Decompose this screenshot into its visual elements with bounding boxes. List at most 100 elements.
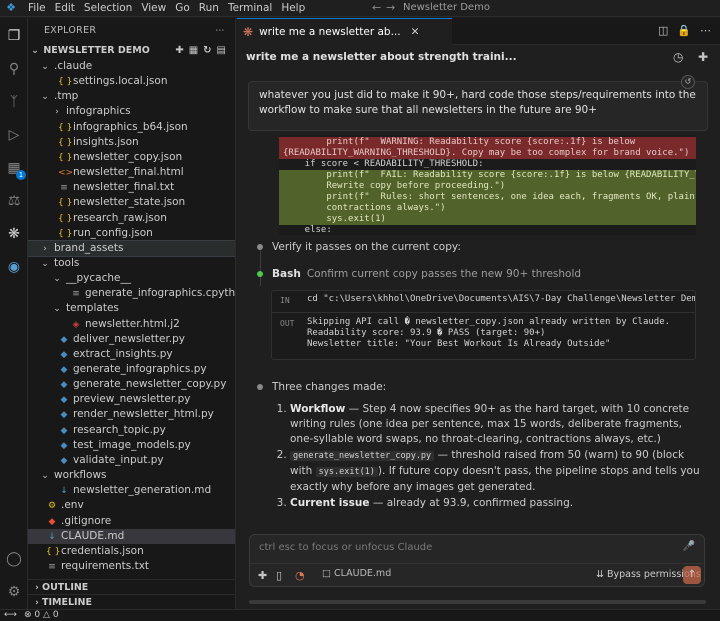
send-button[interactable]: ↑ (683, 566, 701, 584)
tree-item-label: newsletter_final.html (73, 166, 184, 179)
chevron-down-icon: ⌄ (41, 471, 49, 482)
folder-claude[interactable]: ⌄ .claude (28, 59, 235, 74)
account-icon[interactable]: ◯ (5, 550, 23, 568)
text-file-icon: ≡ (48, 561, 56, 572)
more-actions-icon[interactable]: ⋯ (215, 18, 225, 43)
folder-workflows[interactable]: ⌄ workflows (28, 468, 235, 483)
file-render-newsletter-html-py[interactable]: ◆ render_newsletter_html.py (28, 407, 235, 422)
workspace-root[interactable]: ⌄ NEWSLETTER DEMO ✚▦↻▤ (28, 43, 235, 58)
tree-item-label: research_raw.json (73, 211, 167, 224)
horizontal-scrollbar[interactable] (249, 600, 706, 604)
file-insights-json[interactable]: { }insights.json (28, 135, 235, 150)
folder-infographics[interactable]: › infographics (28, 104, 235, 119)
split-editor-icon[interactable]: ◫ (658, 24, 668, 37)
file-gitignore[interactable]: ◆ .gitignore (28, 514, 235, 529)
file-deliver-newsletter-py[interactable]: ◆ deliver_newsletter.py (28, 332, 235, 347)
json-file-icon: { } (58, 213, 73, 224)
folder-tmp[interactable]: ⌄ .tmp (28, 89, 235, 104)
file-research-raw-json[interactable]: { }research_raw.json (28, 211, 235, 226)
file-credentials-json[interactable]: { }credentials.json (28, 544, 235, 559)
file-requirements-txt[interactable]: ≡ requirements.txt (28, 559, 235, 574)
file-newsletter-final-txt[interactable]: ≡ newsletter_final.txt (28, 180, 235, 195)
slash-command-icon[interactable]: ▯ (276, 569, 282, 582)
file-validate-input-py[interactable]: ◆ validate_input.py (28, 453, 235, 468)
step-dot (257, 384, 263, 390)
file-chip[interactable]: □ CLAUDE.md (322, 568, 391, 579)
chat-input[interactable]: ctrl esc to focus or unfocus Claude (259, 542, 432, 553)
context-usage-icon[interactable]: ◔ (295, 569, 305, 582)
file-generate-newsletter-copy-py[interactable]: ◆ generate_newsletter_copy.py (28, 377, 235, 392)
file-generate-infographics-py[interactable]: ◆ generate_infographics.py (28, 362, 235, 377)
add-icon[interactable]: ✚ (258, 569, 267, 582)
python-file-icon: ◆ (60, 349, 68, 360)
tab-chat[interactable]: ❋ write me a newsletter ab... ✕ (237, 18, 452, 45)
env-file-icon: ⚙ (47, 501, 57, 512)
file-claude-md[interactable]: ↓ CLAUDE.md (28, 528, 235, 544)
file-preview-newsletter-py[interactable]: ◆ preview_newsletter.py (28, 392, 235, 407)
folder-templates[interactable]: ⌄ templates (28, 301, 235, 316)
file-newsletter-html-j2[interactable]: ◈ newsletter.html.j2 (28, 317, 235, 332)
microphone-icon[interactable]: 🎤 (683, 541, 695, 552)
menu-view[interactable]: View (138, 2, 172, 14)
file-test-image-models-py[interactable]: ◆ test_image_models.py (28, 438, 235, 453)
testing-flask-icon[interactable]: ⚖ (5, 192, 23, 210)
file-extract-insights-py[interactable]: ◆ extract_insights.py (28, 347, 235, 362)
file-newsletter-final-html[interactable]: <>newsletter_final.html (28, 165, 235, 180)
outline-section[interactable]: › OUTLINE (28, 579, 235, 594)
tree-item-label: run_config.json (73, 226, 153, 239)
problems-indicator[interactable]: ⊗ 0 △ 0 (24, 610, 59, 621)
chevron-down-icon: ⌄ (31, 46, 39, 56)
file-newsletter-copy-json[interactable]: { }newsletter_copy.json (28, 150, 235, 165)
error-icon: ⊗ (24, 610, 32, 620)
menu-go[interactable]: Go (172, 2, 196, 14)
back-arrow-icon[interactable]: ← (372, 1, 381, 14)
python-icon[interactable]: ◉ (5, 258, 23, 276)
file-newsletter-state-json[interactable]: { }newsletter_state.json (28, 195, 235, 210)
change-item: generate_newsletter_copy.py — threshold … (290, 448, 706, 495)
menu-file[interactable]: File (25, 2, 52, 14)
source-control-icon[interactable]: ᛉ (5, 93, 23, 111)
close-icon[interactable]: ✕ (411, 26, 420, 38)
json-file-icon: { } (58, 122, 73, 133)
explorer-files-icon[interactable]: ❐ (5, 27, 23, 45)
command-center[interactable]: Newsletter Demo (395, 1, 720, 15)
menu-terminal[interactable]: Terminal (225, 2, 278, 14)
extensions-icon[interactable]: ▦ 1 (5, 159, 26, 180)
new-chat-icon[interactable]: ✚ (698, 50, 708, 64)
file-generate-infographics-cpython-313-pyc[interactable]: ≡ generate_infographics.cpython-313.pyc (28, 286, 235, 301)
tree-item-label: newsletter_state.json (73, 196, 186, 209)
lock-icon[interactable]: 🔒 (677, 24, 691, 37)
file-settings-local-json[interactable]: { }settings.local.json (28, 74, 235, 89)
chevron-right-icon: › (43, 243, 47, 254)
chevron-down-icon: ⌄ (41, 258, 49, 269)
menu-edit[interactable]: Edit (52, 2, 81, 14)
timeline-section[interactable]: › TIMELINE (28, 594, 235, 609)
chat-input-box[interactable]: ctrl esc to focus or unfocus Claude 🎤 ✚ … (249, 534, 705, 587)
title-bar: ❖ File Edit Selection View Go Run Termin… (0, 0, 720, 17)
folder-tools[interactable]: ⌄ tools (28, 256, 235, 271)
more-actions-icon[interactable]: ⋯ (700, 24, 711, 37)
claude-icon[interactable]: ❋ (5, 225, 23, 243)
search-icon[interactable]: ⚲ (5, 60, 23, 78)
history-icon[interactable]: ◷ (673, 50, 683, 64)
menu-run[interactable]: Run (196, 2, 225, 14)
file-research-topic-py[interactable]: ◆ research_topic.py (28, 423, 235, 438)
menu-selection[interactable]: Selection (81, 2, 138, 14)
file-run-config-json[interactable]: { }run_config.json (28, 226, 235, 241)
remote-icon[interactable]: ⟷ (4, 610, 17, 621)
forward-arrow-icon[interactable]: → (386, 1, 395, 14)
explorer-header: EXPLORER ⋯ (28, 18, 235, 43)
file-infographics-b64-json[interactable]: { }infographics_b64.json (28, 120, 235, 135)
folder-pycache[interactable]: ⌄ __pycache__ (28, 271, 235, 286)
run-debug-icon[interactable]: ▷ (5, 126, 23, 144)
file-env[interactable]: ⚙ .env (28, 498, 235, 513)
python-file-icon: ◆ (60, 334, 68, 345)
settings-gear-icon[interactable]: ⚙ (5, 583, 23, 601)
menu-help[interactable]: Help (278, 2, 311, 14)
explorer-toolbar-icons[interactable]: ✚▦↻▤ (175, 43, 231, 58)
folder-brand-assets[interactable]: › brand_assets (28, 239, 235, 257)
restore-checkpoint-icon[interactable]: ↺ (681, 75, 695, 89)
bash-output-block: IN cd "c:\Users\khhol\OneDrive\Documents… (271, 290, 696, 360)
divider (250, 563, 704, 564)
file-newsletter-generation-md[interactable]: ↓ newsletter_generation.md (28, 483, 235, 498)
